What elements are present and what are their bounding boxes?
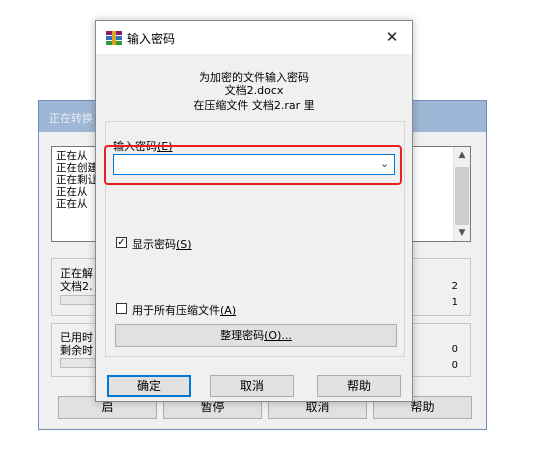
dialog-title: 输入密码 xyxy=(127,32,176,46)
show-password-text: 显示密码 xyxy=(132,238,176,251)
show-password-mnemonic: (S) xyxy=(176,238,192,251)
time-count: 0 xyxy=(451,344,458,355)
time-count: 0 xyxy=(451,360,458,371)
password-dialog: 输入密码 ✕ 为加密的文件输入密码 文档2.docx 在压缩文件 文档2.rar… xyxy=(95,20,413,402)
show-password-checkbox[interactable]: ✓ xyxy=(116,237,127,248)
log-line: 正在从 xyxy=(56,198,88,210)
password-field-highlight xyxy=(104,145,402,185)
all-archives-mnemonic: (A) xyxy=(220,304,237,317)
dialog-archive-line: 在压缩文件 文档2.rar 里 xyxy=(193,99,315,112)
organize-text: 整理密码 xyxy=(220,329,265,342)
scroll-up-icon[interactable]: ▲ xyxy=(454,147,470,163)
use-for-all-archives-label[interactable]: 用于所有压缩文件(A) xyxy=(132,302,236,318)
log-line: 正在创建 xyxy=(56,162,98,174)
group-text: 文档2. xyxy=(60,280,93,293)
log-line: 正在从 xyxy=(56,186,88,198)
checkmark-icon: ✓ xyxy=(117,237,126,248)
ok-button[interactable]: 确定 xyxy=(107,375,191,397)
all-archives-text: 用于所有压缩文件 xyxy=(132,304,220,317)
cancel-button[interactable]: 取消 xyxy=(210,375,294,397)
dialog-titlebar[interactable]: 输入密码 ✕ xyxy=(96,21,412,54)
log-scrollbar[interactable]: ▲ ▼ xyxy=(453,147,470,241)
close-icon[interactable]: ✕ xyxy=(372,21,412,54)
log-line: 正在剩让 xyxy=(56,174,98,186)
progress-count: 1 xyxy=(451,297,458,308)
progress-count: 2 xyxy=(451,281,458,292)
scroll-down-icon[interactable]: ▼ xyxy=(454,225,470,241)
dialog-filename: 文档2.docx xyxy=(224,84,284,97)
background-window-title: 正在转换 xyxy=(49,112,93,125)
use-for-all-archives-checkbox[interactable] xyxy=(116,303,127,314)
organize-passwords-button[interactable]: 整理密码(O)... xyxy=(115,324,397,347)
scroll-thumb[interactable] xyxy=(455,167,469,225)
log-line: 正在从 xyxy=(56,150,88,162)
winrar-icon xyxy=(106,31,122,45)
organize-mnemonic: (O)... xyxy=(264,329,292,342)
help-button[interactable]: 帮助 xyxy=(317,375,401,397)
show-password-label[interactable]: 显示密码(S) xyxy=(132,236,192,252)
group-text: 剩余时 xyxy=(60,344,93,357)
